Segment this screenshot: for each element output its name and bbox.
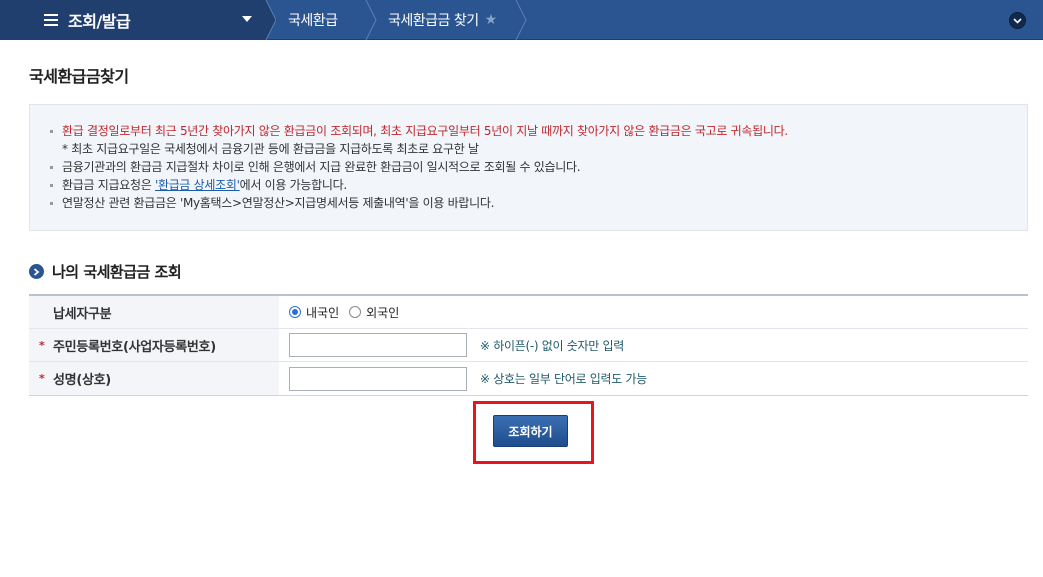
expand-button[interactable] [1009, 12, 1026, 29]
notice-item: 환급 결정일로부터 최근 5년간 찾아가지 않은 환급금이 조회되며, 최초 지… [50, 122, 788, 140]
taxpayer-type-options: 내국인 외국인 [279, 296, 1028, 328]
page-title: 국세환급금찾기 [29, 67, 129, 86]
required-mark: * [39, 339, 45, 352]
breadcrumb-item-refund[interactable]: 국세환급 [288, 0, 338, 40]
form-row-taxpayer-type: 납세자구분 내국인 외국인 [29, 296, 1028, 329]
taxpayer-type-label: 납세자구분 [29, 296, 279, 328]
section-title: 나의 국세환급금 조회 [52, 263, 182, 281]
name-cell: ※ 상호는 일부 단어로 입력도 가능 [279, 362, 1028, 395]
name-label: * 성명(상호) [29, 362, 279, 395]
breadcrumb-separator-icon [515, 0, 527, 40]
star-icon[interactable]: ★ [485, 12, 498, 28]
section-header: 나의 국세환급금 조회 [29, 261, 182, 282]
radio-domestic[interactable] [289, 306, 301, 318]
arrow-right-circle-icon [29, 264, 44, 279]
notice-text: 환급금 지급요청은 [62, 178, 155, 192]
form-row-name: * 성명(상호) ※ 상호는 일부 단어로 입력도 가능 [29, 362, 1028, 395]
radio-domestic-label[interactable]: 내국인 [306, 304, 339, 321]
name-hint: ※ 상호는 일부 단어로 입력도 가능 [480, 372, 647, 386]
id-number-label: * 주민등록번호(사업자등록번호) [29, 329, 279, 361]
breadcrumb-separator-icon [262, 0, 276, 40]
notice-item: 금융기관과의 환급금 지급절차 차이로 인해 은행에서 지급 완료한 환급금이 … [50, 158, 788, 176]
notice-text: 에서 이용 가능합니다. [239, 178, 348, 192]
id-number-input[interactable] [289, 333, 467, 357]
form-row-id-number: * 주민등록번호(사업자등록번호) ※ 하이픈(-) 없이 숫자만 입력 [29, 329, 1028, 362]
refund-detail-link[interactable]: '환급금 상세조회' [155, 178, 240, 192]
notice-box: 환급 결정일로부터 최근 5년간 찾아가지 않은 환급금이 조회되며, 최초 지… [29, 104, 1028, 231]
required-mark: * [39, 372, 45, 385]
breadcrumb-label: 국세환급금 찾기 [388, 13, 479, 29]
top-navigation-bar: 조회/발급 국세환급 국세환급금 찾기 ★ [0, 0, 1043, 40]
name-input[interactable] [289, 366, 467, 391]
radio-foreign[interactable] [349, 306, 362, 318]
refund-search-form: 납세자구분 내국인 외국인 * 주민등록번호(사업자등록번호) ※ 하이픈(-)… [29, 294, 1028, 396]
id-number-cell: ※ 하이픈(-) 없이 숫자만 입력 [279, 329, 1028, 361]
notice-item: 연말정산 관련 환급금은 'My홈택스>연말정산>지급명세서등 제출내역'을 이… [50, 194, 788, 212]
breadcrumb-item-find-refund[interactable]: 국세환급금 찾기 ★ [388, 0, 497, 40]
menu-title: 조회/발급 [68, 12, 131, 31]
name-label-text: 성명(상호) [53, 373, 111, 388]
breadcrumb-separator-icon [365, 0, 377, 40]
radio-foreign-label[interactable]: 외국인 [366, 304, 399, 321]
menu-dropdown-button[interactable]: 조회/발급 [0, 0, 262, 40]
search-button[interactable]: 조회하기 [493, 415, 568, 447]
notice-sub-item: * 최초 지급요구일은 국세청에서 금융기관 등에 환급금을 지급하도록 최초로… [62, 142, 479, 156]
chevron-down-icon [1013, 17, 1022, 24]
breadcrumb-label: 국세환급 [288, 13, 338, 29]
notice-item: 환급금 지급요청은 '환급금 상세조회'에서 이용 가능합니다. [50, 176, 788, 194]
id-number-label-text: 주민등록번호(사업자등록번호) [53, 339, 216, 355]
caret-down-icon [242, 16, 252, 22]
hamburger-icon [44, 14, 58, 26]
notice-list: 환급 결정일로부터 최근 5년간 찾아가지 않은 환급금이 조회되며, 최초 지… [50, 122, 788, 212]
id-number-hint: ※ 하이픈(-) 없이 숫자만 입력 [480, 338, 625, 353]
